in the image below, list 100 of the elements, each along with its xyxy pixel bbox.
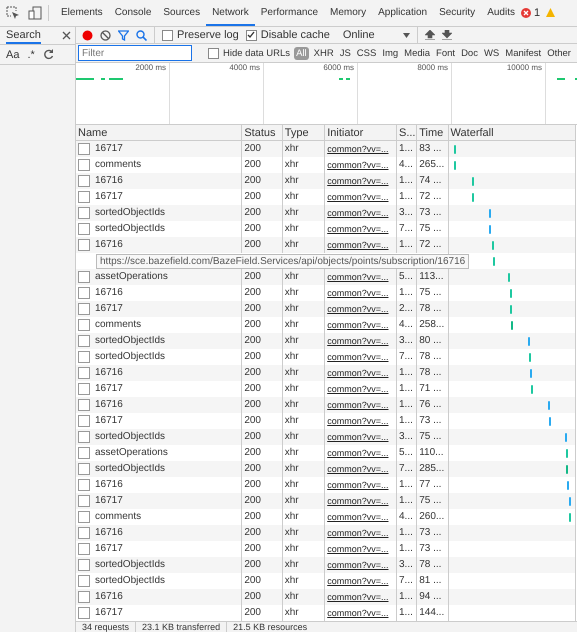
type-cell: xhr xyxy=(284,447,299,458)
request-name[interactable]: comments xyxy=(95,317,142,333)
panel-tab[interactable]: Console xyxy=(108,0,158,26)
initiator-link[interactable]: common?vv=... xyxy=(327,480,388,490)
filter-icon[interactable] xyxy=(118,30,129,40)
type-filter[interactable]: Doc xyxy=(460,48,479,58)
request-name[interactable]: assetOperations xyxy=(95,445,168,461)
initiator-link[interactable]: common?vv=... xyxy=(327,576,388,586)
status-text: 21.5 KB resources xyxy=(233,622,308,632)
search-tab[interactable]: Search xyxy=(6,27,41,44)
column-header[interactable]: Name xyxy=(76,125,242,140)
type-filter[interactable]: WS xyxy=(482,48,500,58)
column-header[interactable]: S... xyxy=(396,125,417,140)
document-icon xyxy=(78,351,90,363)
time-cell: 78 ... xyxy=(419,303,442,314)
initiator-link[interactable]: common?vv=... xyxy=(327,416,388,426)
panel-tab[interactable]: Security xyxy=(433,0,482,26)
type-filter[interactable]: Media xyxy=(403,48,432,58)
initiator-link[interactable]: common?vv=... xyxy=(327,608,388,618)
size-cell: 1... xyxy=(398,367,413,378)
close-icon[interactable] xyxy=(62,31,71,40)
column-header[interactable]: Waterfall xyxy=(448,125,576,140)
search-icon[interactable] xyxy=(136,30,147,40)
request-name[interactable]: 16716 xyxy=(95,477,123,493)
document-icon xyxy=(78,575,90,587)
request-name[interactable]: sortedObjectIds xyxy=(95,573,166,589)
request-name[interactable]: 16717 xyxy=(95,381,123,397)
request-name[interactable]: 16716 xyxy=(95,285,123,301)
initiator-link[interactable]: common?vv=... xyxy=(327,544,388,554)
initiator-link[interactable]: common?vv=... xyxy=(327,224,388,234)
request-name[interactable]: 16716 xyxy=(95,397,123,413)
type-filter[interactable]: CSS xyxy=(356,48,378,58)
device-icon[interactable] xyxy=(28,6,42,20)
checkbox[interactable] xyxy=(162,30,173,40)
status-text: 23.1 KB transferred xyxy=(142,622,220,632)
regex-toggle[interactable]: .* xyxy=(27,48,35,60)
time-tick: 4000 ms xyxy=(228,63,261,72)
type-filter[interactable]: Other xyxy=(546,48,572,58)
document-icon xyxy=(78,511,90,523)
inspect-icon[interactable] xyxy=(6,6,20,20)
column-header[interactable]: Initiator xyxy=(324,125,396,140)
checkbox-label: Hide data URLs xyxy=(223,48,290,58)
panel-tab[interactable]: Memory xyxy=(324,0,372,26)
request-name[interactable]: sortedObjectIds xyxy=(95,221,166,237)
request-name[interactable]: 16717 xyxy=(95,413,123,429)
panel-tab[interactable]: Elements xyxy=(55,0,109,26)
type-cell: xhr xyxy=(284,159,299,170)
column-header[interactable]: Status xyxy=(242,125,282,140)
panel-tab[interactable]: Audits xyxy=(481,0,521,26)
size-cell: 1... xyxy=(398,143,413,154)
request-name[interactable]: 16716 xyxy=(95,365,123,381)
request-name[interactable]: sortedObjectIds xyxy=(95,349,166,365)
upload-icon[interactable] xyxy=(424,30,435,40)
request-name[interactable]: 16717 xyxy=(95,141,123,157)
type-cell: xhr xyxy=(284,207,299,218)
status-cell: 200 xyxy=(244,495,261,506)
column-header[interactable]: Type xyxy=(282,125,325,140)
panel-tab[interactable]: Application xyxy=(372,0,434,26)
column-header[interactable]: Time xyxy=(416,125,448,140)
request-name[interactable]: 16717 xyxy=(95,493,123,509)
checkbox[interactable] xyxy=(246,30,257,40)
request-name[interactable]: 16716 xyxy=(95,237,123,253)
time-cell: 144... xyxy=(419,607,444,618)
initiator-link[interactable]: common?vv=... xyxy=(327,192,388,202)
request-name[interactable]: comments xyxy=(95,509,142,525)
type-filter[interactable]: XHR xyxy=(312,48,335,58)
request-name[interactable]: 16716 xyxy=(95,589,123,605)
panel-tab[interactable]: Performance xyxy=(254,0,324,26)
match-case-toggle[interactable]: Aa xyxy=(6,48,20,60)
record-icon[interactable] xyxy=(82,30,93,40)
request-name[interactable]: 16717 xyxy=(95,189,123,205)
filter-field[interactable]: Filter xyxy=(78,45,192,61)
checkbox[interactable] xyxy=(208,48,219,58)
error-icon[interactable] xyxy=(520,8,531,18)
throttling-dropdown[interactable]: Online xyxy=(342,29,410,41)
initiator-link[interactable]: common?vv=... xyxy=(327,320,388,330)
type-filter[interactable]: Font xyxy=(435,48,456,58)
initiator-link[interactable]: common?vv=... xyxy=(327,448,388,458)
type-filter[interactable]: Manifest xyxy=(504,48,542,58)
request-name[interactable]: comments xyxy=(95,157,142,173)
time-cell: 75 ... xyxy=(419,495,442,506)
request-name[interactable]: 16716 xyxy=(95,173,123,189)
panel-tab[interactable]: Sources xyxy=(157,0,206,26)
refresh-icon[interactable] xyxy=(42,49,54,60)
type-filter[interactable]: JS xyxy=(338,48,352,58)
request-name[interactable]: 16717 xyxy=(95,301,123,317)
request-name[interactable]: 16716 xyxy=(95,525,123,541)
status-cell: 200 xyxy=(244,191,261,202)
initiator-link[interactable]: common?vv=... xyxy=(327,352,388,362)
request-name[interactable]: 16717 xyxy=(95,541,123,557)
type-cell: xhr xyxy=(284,367,299,378)
type-cell: xhr xyxy=(284,335,299,346)
initiator-link[interactable]: common?vv=... xyxy=(327,160,388,170)
clear-icon[interactable] xyxy=(100,30,111,40)
type-filter[interactable]: Img xyxy=(381,48,400,58)
initiator-link[interactable]: common?vv=... xyxy=(327,384,388,394)
initiator-link[interactable]: common?vv=... xyxy=(327,288,388,298)
request-name[interactable]: 16717 xyxy=(95,605,123,621)
initiator-link[interactable]: common?vv=... xyxy=(327,512,388,522)
download-icon[interactable] xyxy=(442,30,452,40)
